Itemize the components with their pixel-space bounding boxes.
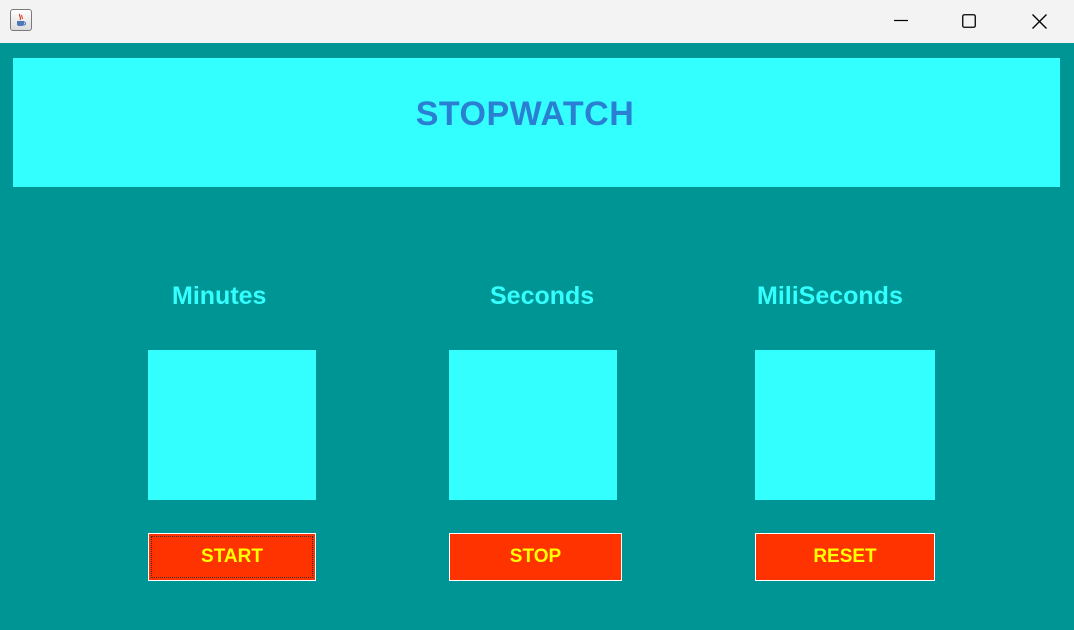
java-cup-icon[interactable] (10, 9, 32, 31)
reset-button[interactable]: RESET (755, 533, 935, 581)
close-icon (1032, 14, 1047, 29)
stop-button[interactable]: STOP (449, 533, 622, 581)
minutes-display (148, 350, 316, 500)
maximize-icon (962, 14, 976, 28)
close-button[interactable] (1004, 0, 1074, 43)
header-panel: STOPWATCH (13, 58, 1060, 187)
minimize-button[interactable] (866, 0, 936, 43)
seconds-label: Seconds (490, 282, 595, 310)
milliseconds-label: MiliSeconds (757, 282, 903, 310)
minimize-icon (894, 19, 908, 22)
page-title: STOPWATCH (415, 95, 635, 133)
minutes-label: Minutes (172, 282, 267, 310)
stopwatch-window: STOPWATCH Minutes Seconds MiliSeconds ST… (0, 0, 1074, 630)
start-button[interactable]: START (148, 533, 316, 581)
seconds-display (449, 350, 617, 500)
milliseconds-display (755, 350, 935, 500)
title-bar[interactable] (0, 0, 1074, 43)
maximize-button[interactable] (934, 0, 1004, 43)
